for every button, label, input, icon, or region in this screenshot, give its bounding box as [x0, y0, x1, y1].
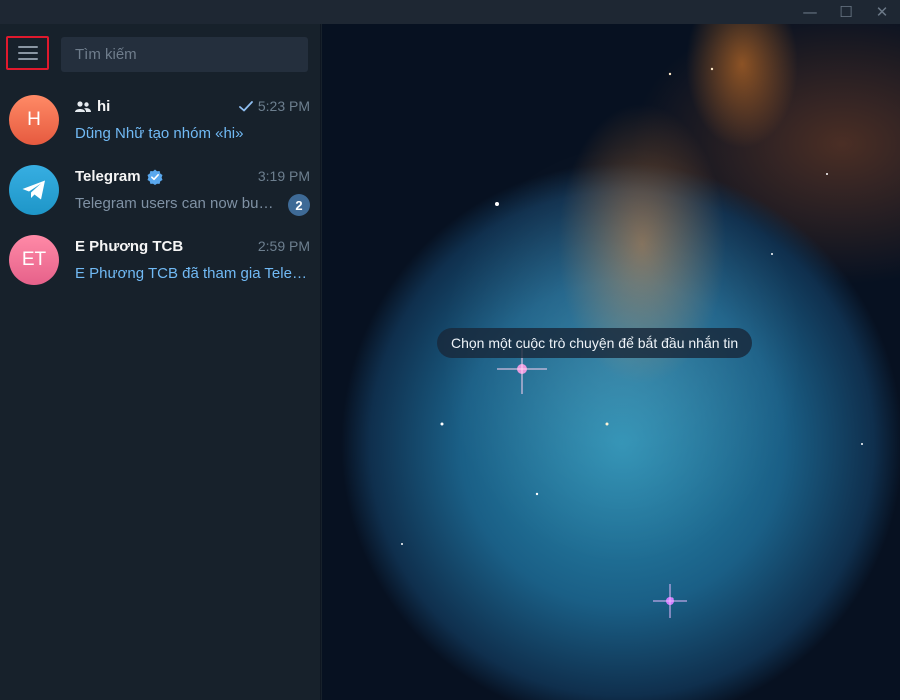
chat-area-background: Chọn một cuộc trò chuyện để bắt đầu nhắn… — [322, 24, 900, 700]
chat-time: 5:23 PM — [238, 98, 310, 114]
chat-preview: E Phương TCB đã tham gia Teleg… — [75, 265, 308, 282]
chat-time-label: 3:19 PM — [257, 168, 310, 184]
chat-time: 3:19 PM — [258, 168, 310, 184]
chat-title: hi — [75, 98, 110, 115]
menu-line — [17, 46, 38, 48]
chat-item-e-phuong-tcb[interactable]: ET E Phương TCB 2:59 PM E Phương TCB đã … — [0, 224, 320, 294]
chat-preview: Telegram users can now buy… — [75, 195, 280, 212]
chat-item-hi[interactable]: H hi 5:23 PM Dũng Nhữ tạo nhóm «hi» — [0, 84, 320, 154]
empty-state-label: Chọn một cuộc trò chuyện để bắt đầu nhắn… — [437, 328, 753, 358]
chat-title: Telegram — [75, 168, 163, 185]
nebula-stars — [401, 67, 863, 618]
chat-time: 2:59 PM — [258, 238, 310, 254]
window-titlebar: — ☐ ✕ — [0, 0, 900, 24]
avatar: ET — [9, 235, 59, 285]
paper-plane-icon — [22, 180, 45, 200]
chat-name-label: hi — [97, 98, 111, 115]
unread-badge: 2 — [288, 194, 310, 216]
menu-line — [17, 58, 38, 60]
verified-badge-icon — [147, 169, 163, 185]
search-input[interactable] — [61, 37, 308, 72]
check-icon — [238, 100, 253, 111]
menu-line — [17, 52, 38, 54]
chat-time-label: 5:23 PM — [257, 98, 310, 114]
group-icon — [75, 100, 91, 112]
sidebar-topbar — [0, 24, 320, 84]
avatar: H — [9, 95, 59, 145]
hamburger-menu-icon[interactable] — [6, 36, 49, 70]
close-icon[interactable]: ✕ — [864, 0, 900, 24]
chat-item-telegram[interactable]: Telegram 3:19 PM Telegram users can now … — [0, 154, 320, 224]
chat-name-label: E Phương TCB — [75, 238, 184, 255]
minimize-icon[interactable]: — — [792, 0, 828, 24]
telegram-logo-icon — [9, 165, 59, 215]
maximize-icon[interactable]: ☐ — [828, 0, 864, 24]
chat-title: E Phương TCB — [75, 238, 183, 255]
chat-name-label: Telegram — [75, 168, 141, 185]
chat-preview: Dũng Nhữ tạo nhóm «hi» — [75, 125, 244, 142]
chat-time-label: 2:59 PM — [257, 238, 310, 254]
chat-sidebar: H hi 5:23 PM Dũng Nhữ tạo nhóm «hi» Tele — [0, 24, 321, 700]
